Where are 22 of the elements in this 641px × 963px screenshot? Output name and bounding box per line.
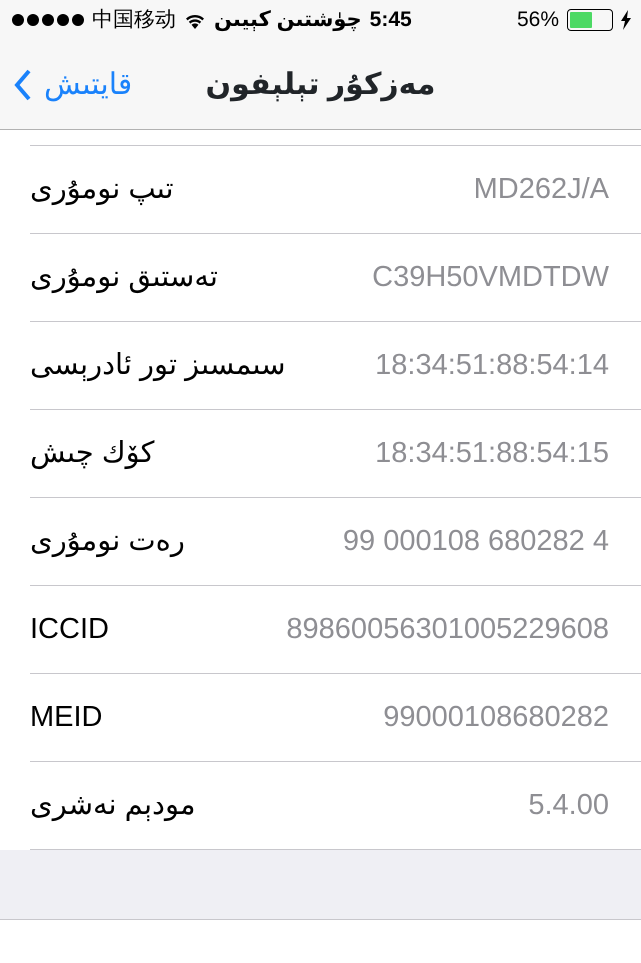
row-value: 5.4.00 <box>528 788 609 823</box>
row-label: مودېم نەشرى <box>30 788 196 824</box>
row-value: 18:34:51:88:54:14 <box>375 348 609 383</box>
row-label: كۆك چىش <box>30 436 154 472</box>
row-value: 18:34:51:88:54:15 <box>375 436 609 471</box>
row-label: تەستىق نومۇرى <box>30 260 218 296</box>
row-value: 89860056301005229608 <box>286 612 609 647</box>
row-label: رەت نومۇرى <box>30 524 185 560</box>
row-label: تىپ نومۇرى <box>30 172 174 208</box>
row-value: 99 000108 680282 4 <box>342 524 609 559</box>
row-label: سىمسىز تور ئادرېسى <box>30 348 286 384</box>
row-value: 99000108680282 <box>383 700 609 735</box>
chevron-left-icon <box>14 68 32 100</box>
carrier-name: 中国移动 <box>92 7 176 34</box>
row-label: MEID <box>30 700 102 735</box>
row-value: MD262J/A <box>474 172 609 207</box>
nav-title: مەزكۇر تېلېفون <box>206 67 436 104</box>
row-label: ICCID <box>30 612 109 647</box>
row-value: C39H50VMDTDW <box>372 260 609 295</box>
battery-percent: 56% <box>516 7 559 34</box>
back-button[interactable]: قايتىش <box>0 62 132 107</box>
signal-icon <box>12 14 84 26</box>
